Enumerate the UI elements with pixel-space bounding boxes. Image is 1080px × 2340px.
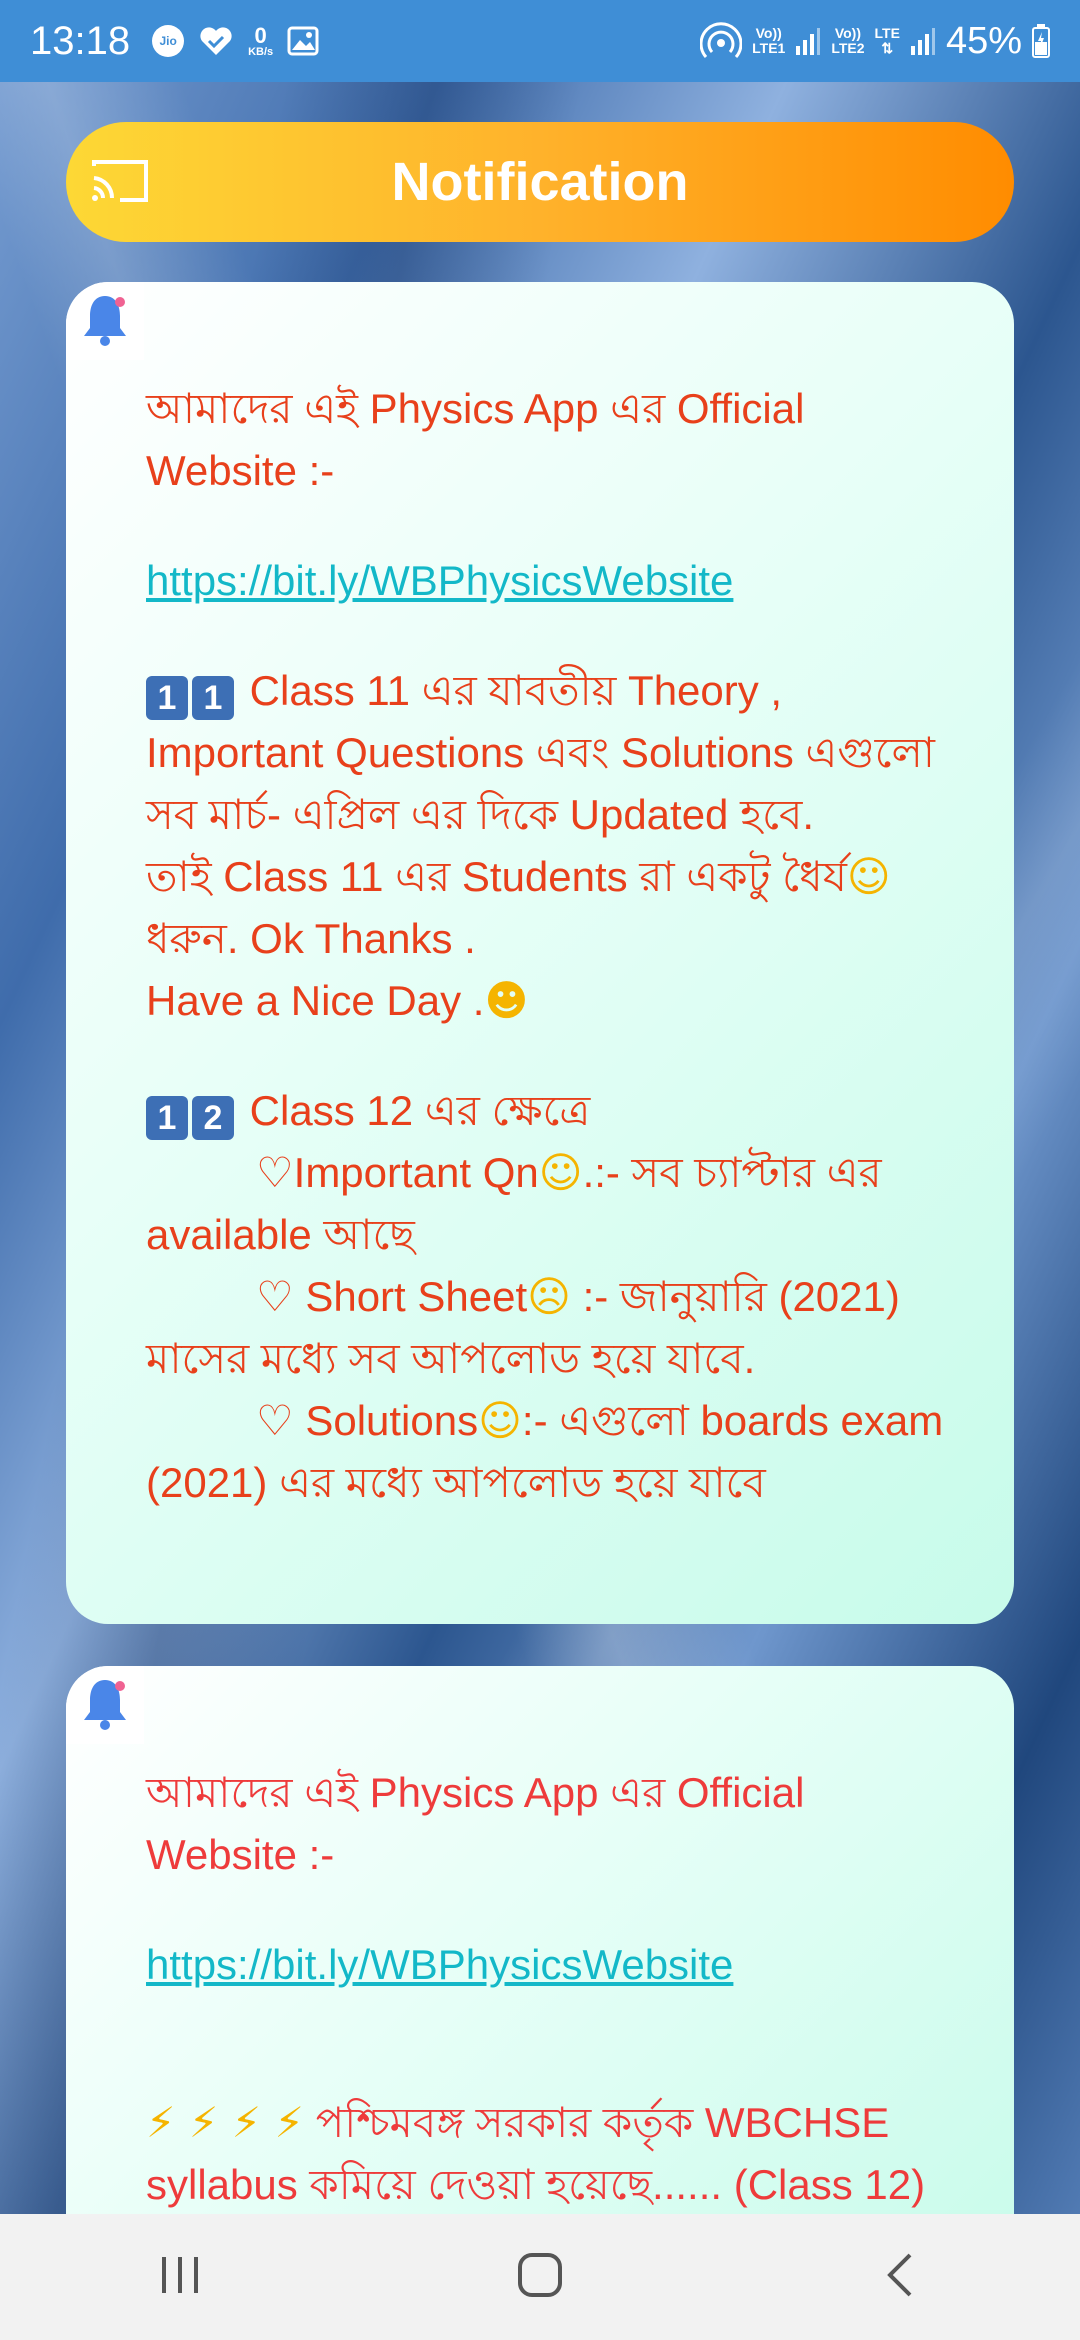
- text-line: available আছে: [146, 1211, 415, 1258]
- signal-icon: [910, 26, 936, 56]
- text: :- জানুয়ারি (2021): [570, 1273, 900, 1320]
- text-line: তাই Class 11 এর Students রা একটু ধৈর্য☺: [146, 846, 1002, 908]
- text: ♡ Short Sheet: [256, 1273, 528, 1320]
- text-line: syllabus কমিয়ে দেওয়া হয়েছে...... (Cla…: [146, 2161, 926, 2208]
- text-line: ♡ Solutions☺:- এগুলো boards exam: [146, 1390, 1002, 1452]
- intro-line: Website :-: [146, 1831, 335, 1878]
- status-icons-right: Vo)) LTE1 Vo)) LTE2 LTE ⇅ 45%: [700, 20, 1050, 63]
- sim2-label-bottom: LTE2: [831, 40, 865, 56]
- text-line: ♡ Short Sheet☹ :- জানুয়ারি (2021): [146, 1266, 1002, 1328]
- data-rate: 0 KB/s: [248, 22, 274, 58]
- lte-indicator: LTE ⇅: [875, 26, 900, 55]
- text-line: সব মার্চ- এপ্রিল এর দিকে Updated হবে.: [146, 791, 815, 838]
- page-title: Notification: [391, 152, 689, 212]
- text-line: ♡Important Qn☺.:- সব চ্যাপ্টার এর: [146, 1142, 1002, 1204]
- text: Have a Nice Day .: [146, 977, 485, 1024]
- text-line: ধরুন. Ok Thanks .: [146, 915, 476, 962]
- text-line: ⚡ ⚡ ⚡ ⚡ পশ্চিমবঙ্গ সরকার কর্তৃক WBCHSE: [146, 2092, 1002, 2154]
- text-line: মাসের মধ্যে সব আপলোড হয়ে যাবে.: [146, 1335, 756, 1382]
- sim1-label-top: Vo)): [755, 25, 782, 42]
- sim2-label: Vo)) LTE2: [831, 26, 864, 55]
- keycap-1-icon: 1: [146, 676, 188, 720]
- text-line: Have a Nice Day .☻: [146, 970, 1002, 1032]
- bell-icon-box: [66, 1666, 144, 1744]
- recents-icon: [158, 2255, 202, 2299]
- back-icon: [884, 2251, 916, 2303]
- keycap-1-icon: 1: [146, 1096, 188, 1140]
- jio-icon: Jio: [152, 25, 185, 57]
- recents-button[interactable]: [120, 2227, 240, 2327]
- notification-card[interactable]: আমাদের এই Physics App এর Official Websit…: [66, 282, 1014, 1624]
- status-icons-left: Jio 0 KB/s: [152, 22, 319, 58]
- bell-icon-box: [66, 282, 144, 360]
- data-rate-value: 0: [254, 22, 267, 48]
- text: পশ্চিমবঙ্গ সরকার কর্তৃক WBCHSE: [315, 2099, 890, 2146]
- text: ♡Important Qn: [256, 1149, 539, 1196]
- data-arrows-icon: ⇅: [881, 40, 894, 56]
- status-bar: 13:18 Jio 0 KB/s Vo)) LTE1 Vo)) LTE2 LTE: [0, 0, 1080, 82]
- text: তাই Class 11 এর Students রা একটু ধৈর্য: [146, 853, 847, 900]
- home-button[interactable]: [480, 2227, 600, 2327]
- sim1-label: Vo)) LTE1: [752, 26, 785, 55]
- battery-icon: [1032, 24, 1050, 58]
- lightning-icon: ⚡ ⚡ ⚡ ⚡: [146, 2098, 305, 2147]
- notification-header: Notification: [66, 122, 1014, 242]
- bell-icon: [80, 1676, 130, 1734]
- class11-heading: 11 Class 11 এর যাবতীয় Theory ,: [146, 660, 1002, 722]
- keycap-2-icon: 2: [192, 1096, 234, 1140]
- text: :- এগুলো boards exam: [521, 1397, 944, 1444]
- class12-heading: 12 Class 12 এর ক্ষেত্রে: [146, 1080, 1002, 1142]
- text: Class 12 এর ক্ষেত্রে: [249, 1087, 591, 1134]
- status-time: 13:18: [30, 18, 131, 63]
- cast-icon[interactable]: [90, 156, 150, 210]
- sim1-label-bottom: LTE1: [752, 40, 786, 56]
- notification-body: আমাদের এই Physics App এর Official Websit…: [146, 378, 1002, 1514]
- text: Class 11 এর যাবতীয় Theory ,: [249, 667, 783, 714]
- bell-icon: [80, 292, 130, 350]
- data-rate-unit: KB/s: [248, 45, 274, 58]
- image-icon: [287, 26, 319, 56]
- intro-line: Website :-: [146, 447, 335, 494]
- heart-check-icon: [198, 25, 234, 57]
- sim2-label-top: Vo)): [834, 25, 862, 42]
- text-line: Important Questions এবং Solutions এগুলো: [146, 729, 935, 776]
- neutral-face-icon: ☺: [846, 852, 891, 901]
- intro-line: আমাদের এই Physics App এর Official: [146, 385, 805, 432]
- kiss-face-icon: ☺: [538, 1148, 583, 1197]
- hotspot-icon: [700, 22, 743, 60]
- keycap-1-icon: 1: [192, 676, 234, 720]
- navigation-bar: [0, 2214, 1080, 2340]
- website-link[interactable]: https://bit.ly/WBPhysicsWebsite: [146, 1934, 1002, 1996]
- website-link[interactable]: https://bit.ly/WBPhysicsWebsite: [146, 550, 1002, 612]
- back-button[interactable]: [840, 2227, 960, 2327]
- home-icon: [516, 2251, 564, 2303]
- eye-roll-face-icon: ☹: [527, 1272, 571, 1321]
- grin-face-icon: ☻: [484, 976, 529, 1025]
- intro-line: আমাদের এই Physics App এর Official: [146, 1769, 805, 1816]
- lte-label: LTE: [874, 25, 900, 42]
- text: .:- সব চ্যাপ্টার এর: [582, 1149, 882, 1196]
- notification-body: আমাদের এই Physics App এর Official Websit…: [146, 1762, 1002, 2216]
- text-line: (2021) এর মধ্যে আপলোড হয়ে যাবে: [146, 1459, 766, 1506]
- text: ♡ Solutions: [256, 1397, 479, 1444]
- signal-icon: [795, 26, 821, 56]
- battery-percent: 45%: [945, 19, 1022, 62]
- raised-eyebrow-face-icon: ☺: [478, 1396, 522, 1445]
